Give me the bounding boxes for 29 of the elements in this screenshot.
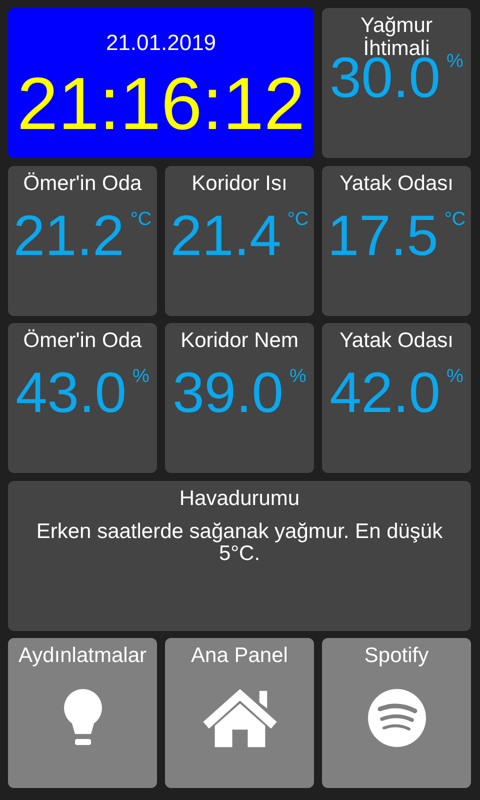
sensor-value: 17.5 bbox=[327, 208, 438, 264]
house-icon bbox=[200, 687, 278, 749]
unit-label: °C bbox=[287, 210, 309, 230]
unit-label: °C bbox=[444, 210, 466, 230]
card-title: Havadurumu bbox=[179, 486, 300, 510]
card-title: Koridor Isı bbox=[192, 172, 288, 194]
card-title: Koridor Nem bbox=[180, 329, 298, 352]
card-title: Yatak Odası bbox=[339, 172, 454, 194]
sensor-value: 21.4 bbox=[170, 208, 282, 264]
unit-label: % bbox=[446, 367, 464, 387]
unit-label: °C bbox=[130, 210, 152, 230]
sensor-value: 42.0 bbox=[330, 365, 441, 421]
unit-label: % bbox=[290, 367, 306, 387]
card-title: Ömer'in Oda bbox=[23, 172, 142, 194]
nav-button[interactable]: Spotify bbox=[322, 638, 471, 788]
date-text: 21.01.2019 bbox=[106, 29, 216, 56]
unit-label: % bbox=[446, 52, 464, 72]
card-title: Yatak Odası bbox=[339, 329, 454, 352]
sensor-value: 43.0 bbox=[16, 365, 127, 421]
nav-button[interactable]: Ana Panel bbox=[165, 638, 314, 788]
nav-button[interactable]: Aydınlatmalar bbox=[8, 638, 157, 788]
weather-text: Erken saatlerde sağanak yağmur. En düşük 5°C. bbox=[35, 520, 444, 564]
sensor-value: 21.2 bbox=[13, 208, 124, 264]
bulb-icon bbox=[62, 688, 102, 748]
clock-time: 21:16:12 bbox=[16, 64, 306, 144]
unit-label: % bbox=[132, 367, 150, 387]
sensor-value: 39.0 bbox=[172, 365, 284, 421]
card-title: Ömer'in Oda bbox=[23, 329, 142, 352]
circle-waves-icon bbox=[368, 689, 426, 747]
